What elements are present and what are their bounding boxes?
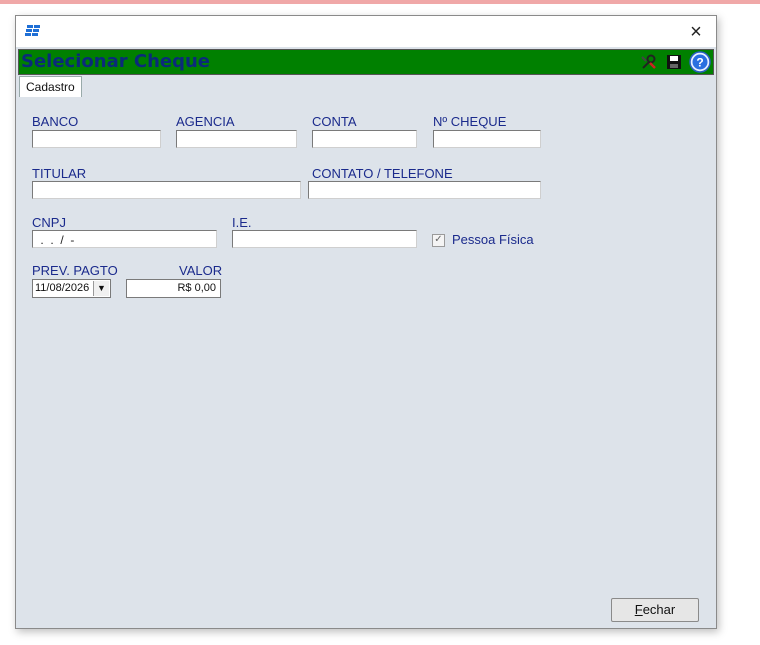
tools-icon[interactable] <box>639 52 659 72</box>
titular-input[interactable] <box>32 181 301 199</box>
agencia-label: AGENCIA <box>176 114 235 129</box>
ie-input[interactable] <box>232 230 417 248</box>
banco-label: BANCO <box>32 114 79 129</box>
titular-label: TITULAR <box>32 166 87 181</box>
fechar-button[interactable]: Fechar <box>611 598 699 622</box>
fechar-accel-key: F <box>634 602 643 617</box>
top-accent-strip <box>0 0 760 4</box>
valor-label: VALOR <box>179 263 223 278</box>
close-icon[interactable]: × <box>682 20 710 44</box>
banco-input[interactable] <box>32 130 161 148</box>
prev-pagto-date-picker[interactable]: 11/08/2026 ▼ <box>32 279 111 298</box>
agencia-input[interactable] <box>176 130 297 148</box>
app-logo-icon <box>24 23 42 39</box>
pessoa-fisica-label: Pessoa Física <box>452 232 534 247</box>
pessoa-fisica-checkbox[interactable]: ✓ <box>432 234 445 247</box>
chevron-down-icon[interactable]: ▼ <box>93 281 109 296</box>
prev-pagto-label: PREV. PAGTO <box>32 263 118 278</box>
numero-cheque-label: Nº CHEQUE <box>433 114 507 129</box>
numero-cheque-input[interactable] <box>433 130 541 148</box>
title-bar: × <box>16 16 716 47</box>
cnpj-input[interactable]: . . / - <box>32 230 217 248</box>
fechar-label: echar <box>642 602 676 617</box>
ie-label: I.E. <box>232 215 252 230</box>
prev-pagto-value: 11/08/2026 <box>35 282 90 294</box>
valor-input[interactable]: R$ 0,00 <box>126 279 221 298</box>
dialog-window: × Selecionar Cheque ? Cadastro BANCO AGE… <box>15 15 717 629</box>
svg-text:?: ? <box>696 56 703 70</box>
help-icon[interactable]: ? <box>689 51 711 73</box>
contato-input[interactable] <box>308 181 541 199</box>
cnpj-label: CNPJ <box>32 215 66 230</box>
conta-input[interactable] <box>312 130 417 148</box>
tab-cadastro[interactable]: Cadastro <box>19 76 82 97</box>
page-title: Selecionar Cheque <box>21 51 210 72</box>
contato-label: CONTATO / TELEFONE <box>312 166 453 181</box>
header-bar: Selecionar Cheque ? <box>18 49 714 75</box>
save-icon[interactable] <box>664 52 684 72</box>
conta-label: CONTA <box>312 114 357 129</box>
